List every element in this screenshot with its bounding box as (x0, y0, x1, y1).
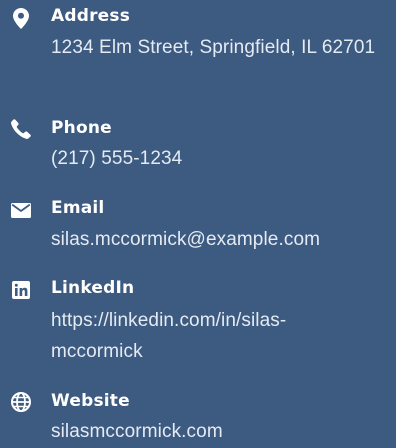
map-marker-icon (10, 7, 32, 29)
email-label: Email (51, 198, 105, 218)
address-label: Address (51, 6, 131, 26)
website-label: Website (51, 391, 130, 411)
globe-icon (10, 391, 32, 413)
website-value[interactable]: silasmccormick.com (51, 416, 391, 447)
linkedin-value[interactable]: https://linkedin.com/in/silas-mccormick (51, 305, 351, 367)
phone-icon (10, 118, 32, 140)
phone-label: Phone (51, 118, 112, 138)
envelope-icon (10, 199, 32, 221)
email-value[interactable]: silas.mccormick@example.com (51, 224, 396, 255)
linkedin-icon (10, 279, 32, 301)
contact-list: Address 1234 Elm Street, Springfield, IL… (0, 0, 396, 448)
linkedin-label: LinkedIn (51, 278, 135, 298)
address-value: 1234 Elm Street, Springfield, IL 62701 (51, 37, 376, 58)
phone-value[interactable]: (217) 555-1234 (51, 143, 391, 174)
